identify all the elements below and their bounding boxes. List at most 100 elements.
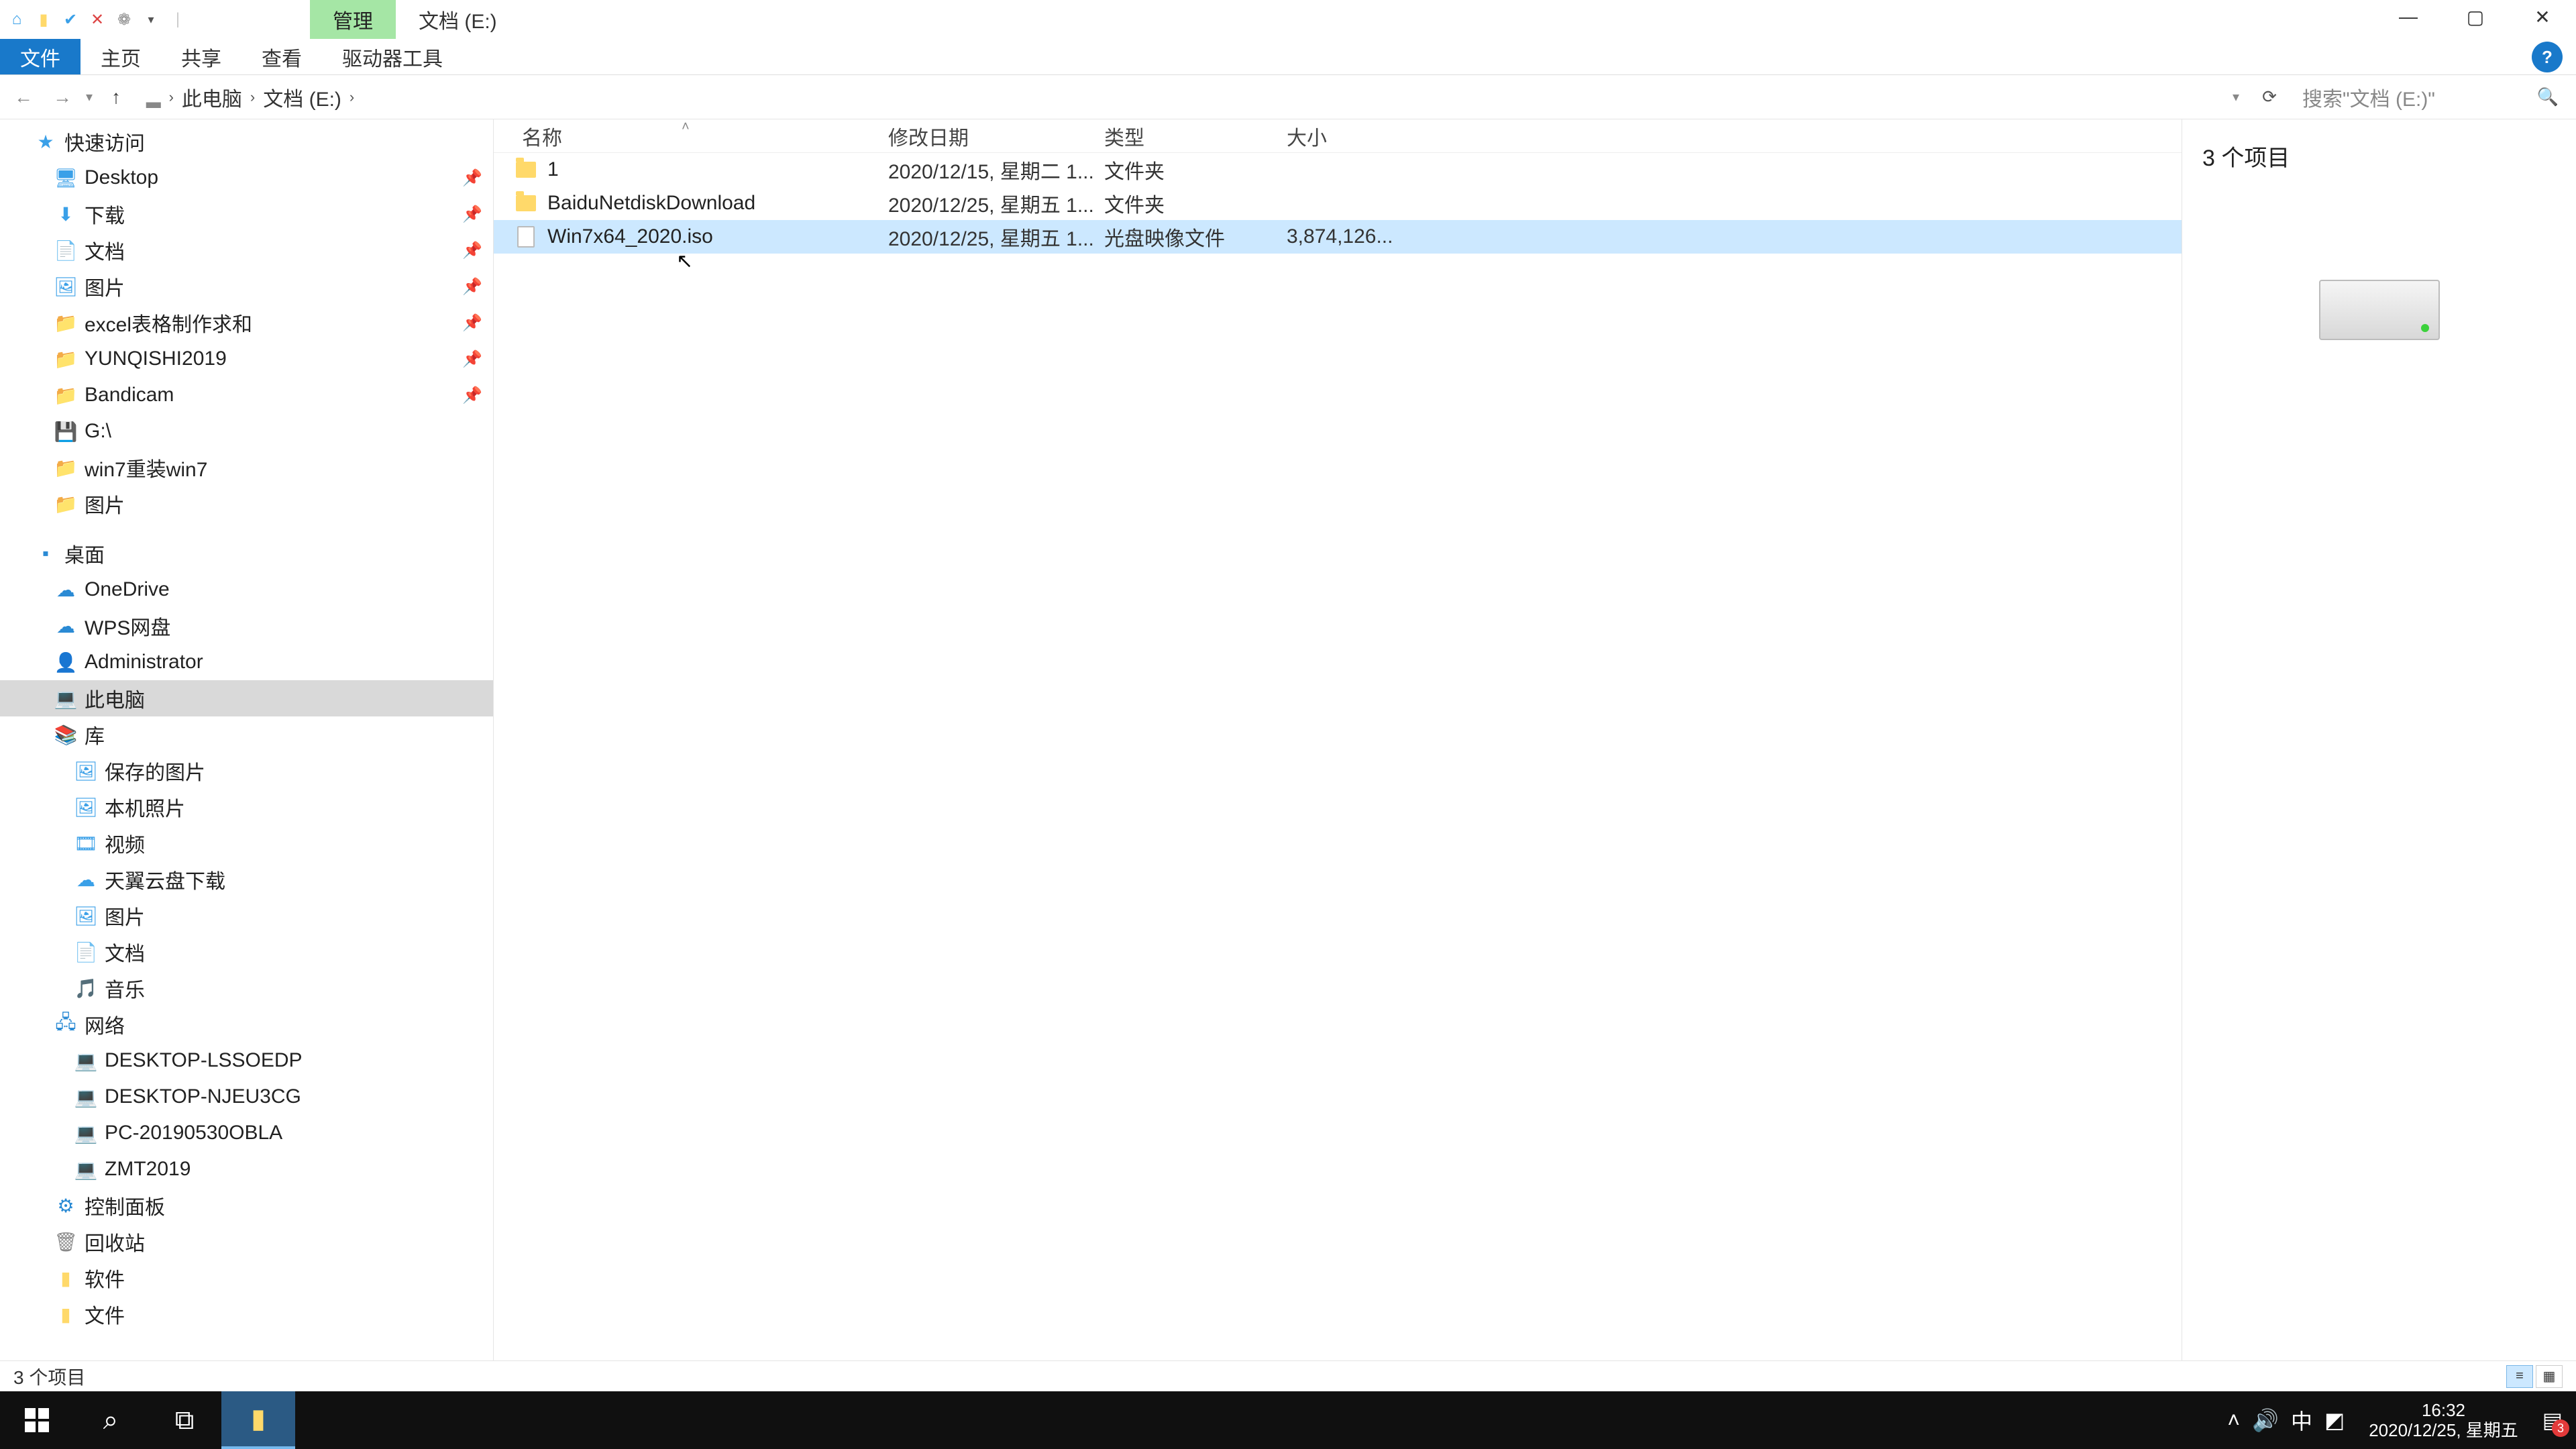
col-size[interactable]: 大小 [1287, 121, 1401, 151]
file-row[interactable]: 1 2020/12/15, 星期二 1... 文件夹 [494, 153, 2182, 186]
view-toggle: ≡ ▦ [2506, 1365, 2563, 1388]
nav-item[interactable]: 📄 文档 [0, 934, 493, 970]
forward-button[interactable]: → [47, 82, 78, 113]
chevron-right-icon[interactable]: › [166, 89, 176, 106]
details-view-button[interactable]: ≡ [2506, 1365, 2533, 1388]
nav-control-panel[interactable]: ⚙ 控制面板 [0, 1187, 493, 1224]
nav-item[interactable]: 💻 PC-20190530OBLA [0, 1115, 493, 1151]
start-button[interactable] [0, 1391, 74, 1449]
refresh-button[interactable]: ⟳ [2254, 82, 2285, 113]
tray-app-icon[interactable]: ◩ [2324, 1407, 2345, 1433]
clock-date: 2020/12/25, 星期五 [2369, 1420, 2518, 1440]
nav-item[interactable]: 📄 文档 📌 [0, 232, 493, 268]
navigation-pane[interactable]: ★ 快速访问 🖥 Desktop 📌 ⬇ 下载 📌 📄 文档 📌 🖼 图片 📌 … [0, 119, 494, 1360]
computer-icon: 💻 [74, 1157, 98, 1181]
nav-item[interactable]: 📁 excel表格制作求和 📌 [0, 305, 493, 341]
qat-folder-icon[interactable]: ▮ [32, 8, 55, 31]
nav-item[interactable]: 📁 图片 [0, 486, 493, 522]
file-row[interactable]: Win7x64_2020.iso 2020/12/25, 星期五 1... 光盘… [494, 220, 2182, 254]
col-type[interactable]: 类型 [1104, 121, 1287, 151]
nav-desktop[interactable]: ▪ 桌面 [0, 535, 493, 572]
nav-label: 图片 [85, 489, 125, 519]
pin-icon: 📌 [462, 313, 482, 333]
nav-item[interactable]: 📁 Bandicam 📌 [0, 377, 493, 413]
file-date: 2020/12/25, 星期五 1... [888, 189, 1104, 218]
icons-view-button[interactable]: ▦ [2536, 1365, 2563, 1388]
nav-label: 图片 [105, 901, 145, 930]
file-row[interactable]: BaiduNetdiskDownload 2020/12/25, 星期五 1..… [494, 186, 2182, 220]
breadcrumb[interactable]: 此电脑 [176, 83, 248, 112]
nav-item[interactable]: 🖼 保存的图片 [0, 753, 493, 789]
nav-item[interactable]: 💻 ZMT2019 [0, 1151, 493, 1187]
contextual-tab-manage[interactable]: 管理 [310, 0, 396, 39]
nav-quick-access[interactable]: ★ 快速访问 [0, 123, 493, 160]
clock[interactable]: 16:32 2020/12/25, 星期五 [2357, 1400, 2530, 1440]
chevron-right-icon[interactable]: › [347, 89, 357, 106]
nav-item-icon: 💻 [54, 686, 78, 710]
nav-docs[interactable]: ▮ 文件 [0, 1296, 493, 1332]
nav-item[interactable]: 💾 G:\ [0, 413, 493, 449]
task-view-button[interactable]: ⧉ [148, 1391, 221, 1449]
nav-software[interactable]: ▮ 软件 [0, 1260, 493, 1296]
nav-recycle-bin[interactable]: 🗑 回收站 [0, 1224, 493, 1260]
history-drop-icon[interactable]: ▾ [86, 89, 93, 105]
qat-close-icon[interactable]: ✕ [86, 8, 109, 31]
taskbar[interactable]: ⌕ ⧉ ▮ ˄ 🔊 中 ◩ 16:32 2020/12/25, 星期五 ▤3 [0, 1391, 2576, 1449]
tray-overflow-icon[interactable]: ˄ [2227, 1408, 2240, 1433]
breadcrumb[interactable]: 文档 (E:) [258, 83, 347, 112]
action-center-icon[interactable]: ▤3 [2542, 1407, 2563, 1433]
search-button[interactable]: ⌕ [74, 1391, 148, 1449]
nav-item[interactable]: 🖼 本机照片 [0, 789, 493, 825]
ribbon-tab-view[interactable]: 查看 [241, 39, 322, 74]
back-button[interactable]: ← [8, 82, 39, 113]
file-list[interactable]: ˄ 名称 修改日期 类型 大小 1 2020/12/15, 星期二 1... 文… [494, 119, 2182, 1360]
nav-label: 控制面板 [85, 1191, 165, 1220]
search-input[interactable]: 搜索"文档 (E:)" 🔍 [2293, 80, 2568, 115]
col-name[interactable]: 名称 [494, 121, 888, 151]
maximize-button[interactable]: ▢ [2442, 0, 2509, 34]
nav-item[interactable]: 📁 win7重装win7 [0, 449, 493, 486]
nav-item-icon: 📚 [54, 722, 78, 747]
nav-item[interactable]: ⬇ 下载 📌 [0, 196, 493, 232]
nav-item[interactable]: 🎵 音乐 [0, 970, 493, 1006]
nav-item[interactable]: 💻 DESKTOP-NJEU3CG [0, 1079, 493, 1115]
qat-drop-icon[interactable]: ▾ [140, 8, 162, 31]
nav-item[interactable]: 💻 此电脑 [0, 680, 493, 716]
nav-item[interactable]: ☁ 天翼云盘下载 [0, 861, 493, 898]
qat-check-icon[interactable]: ✔ [59, 8, 82, 31]
nav-item[interactable]: 🖥 Desktop 📌 [0, 160, 493, 196]
network-icon: 🖧 [54, 1012, 78, 1036]
ime-indicator[interactable]: 中 [2291, 1405, 2312, 1436]
app-icon: ⌂ [5, 8, 28, 31]
nav-item[interactable]: ☁ OneDrive [0, 572, 493, 608]
nav-item[interactable]: 💻 DESKTOP-LSSOEDP [0, 1042, 493, 1079]
nav-label: 下载 [85, 199, 125, 229]
nav-item[interactable]: 👤 Administrator [0, 644, 493, 680]
up-button[interactable]: ↑ [101, 82, 131, 113]
minimize-button[interactable]: — [2375, 0, 2442, 34]
column-headers[interactable]: ˄ 名称 修改日期 类型 大小 [494, 119, 2182, 153]
qat-settings-icon[interactable]: ❁ [113, 8, 136, 31]
address-bar[interactable]: ▂ › 此电脑 › 文档 (E:) › ▾ [140, 80, 2246, 115]
nav-item[interactable]: 📁 YUNQISHI2019 📌 [0, 341, 493, 377]
ribbon-tab-file[interactable]: 文件 [0, 39, 80, 74]
nav-item[interactable]: 🖼 图片 [0, 898, 493, 934]
desktop-icon: ▪ [34, 541, 58, 566]
nav-network[interactable]: 🖧 网络 [0, 1006, 493, 1042]
computer-icon: 💻 [74, 1121, 98, 1145]
nav-item[interactable]: 🖼 图片 📌 [0, 268, 493, 305]
drive-icon: ▂ [146, 86, 161, 108]
nav-item[interactable]: ☁ WPS网盘 [0, 608, 493, 644]
volume-icon[interactable]: 🔊 [2252, 1407, 2279, 1433]
ribbon-tab-drive-tools[interactable]: 驱动器工具 [322, 39, 463, 74]
chevron-right-icon[interactable]: › [248, 89, 258, 106]
address-drop-icon[interactable]: ▾ [2233, 89, 2239, 105]
nav-item[interactable]: 🎞 视频 [0, 825, 493, 861]
ribbon-tab-home[interactable]: 主页 [80, 39, 161, 74]
nav-item[interactable]: 📚 库 [0, 716, 493, 753]
explorer-taskbar-button[interactable]: ▮ [221, 1391, 295, 1449]
col-date[interactable]: 修改日期 [888, 121, 1104, 151]
window-close-button[interactable]: ✕ [2509, 0, 2576, 34]
ribbon-tab-share[interactable]: 共享 [161, 39, 241, 74]
help-button[interactable]: ? [2532, 42, 2563, 72]
